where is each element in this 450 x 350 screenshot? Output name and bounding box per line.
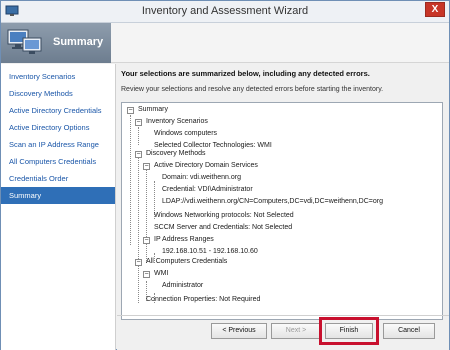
- tree-node-discovery-methods: Discovery Methods: [146, 150, 206, 157]
- tree-node-summary: Summary: [138, 106, 168, 113]
- step-credentials-order[interactable]: Credentials Order: [1, 170, 115, 187]
- collapse-toggle[interactable]: −: [143, 271, 150, 278]
- tree-node-ip-address-ranges: IP Address Ranges: [154, 236, 214, 243]
- tree-node: Administrator: [162, 282, 204, 289]
- collapse-toggle[interactable]: −: [135, 119, 142, 126]
- tree-node-inventory-scenarios: Inventory Scenarios: [146, 118, 208, 125]
- header-band: Summary: [1, 23, 111, 63]
- footer-divider: [117, 315, 449, 316]
- tree-node-wmi: WMI: [154, 270, 169, 277]
- collapse-toggle[interactable]: −: [143, 163, 150, 170]
- step-inventory-scenarios[interactable]: Inventory Scenarios: [1, 68, 115, 85]
- computers-icon: [7, 29, 42, 54]
- close-icon: X: [431, 4, 439, 15]
- tree-node: Windows Networking protocols: Not Select…: [154, 212, 294, 219]
- tree-node: Windows computers: [154, 130, 218, 137]
- next-button[interactable]: Next >: [271, 323, 321, 339]
- step-ad-options[interactable]: Active Directory Options: [1, 119, 115, 136]
- collapse-toggle[interactable]: −: [143, 237, 150, 244]
- step-ip-range[interactable]: Scan an IP Address Range: [1, 136, 115, 153]
- step-ad-credentials[interactable]: Active Directory Credentials: [1, 102, 115, 119]
- header-divider: [111, 62, 449, 63]
- step-all-computers-credentials[interactable]: All Computers Credentials: [1, 153, 115, 170]
- page-header: Summary: [1, 23, 449, 63]
- tree-node: Domain: vdi.weithenn.org: [162, 174, 241, 181]
- tree-node: Credential: VDI\Administrator: [162, 186, 253, 193]
- tree-node: 192.168.10.51 - 192.168.10.60: [162, 248, 258, 255]
- collapse-toggle[interactable]: −: [135, 151, 142, 158]
- summary-heading: Your selections are summarized below, in…: [121, 69, 370, 78]
- finish-highlight-box: [319, 317, 379, 345]
- summary-tree[interactable]: − Summary − Inventory Scenarios Windows …: [121, 102, 443, 320]
- window-title: Inventory and Assessment Wizard: [141, 5, 309, 17]
- summary-instructions: Review your selections and resolve any d…: [121, 86, 384, 93]
- tree-node: SCCM Server and Credentials: Not Selecte…: [154, 224, 293, 231]
- tree-node-ad-domain-services: Active Directory Domain Services: [154, 162, 258, 169]
- tree-node-all-computers-credentials: All Computers Credentials: [146, 258, 228, 265]
- close-button[interactable]: X: [425, 2, 445, 17]
- title-bar: Inventory and Assessment Wizard X: [1, 1, 449, 23]
- step-summary[interactable]: Summary: [1, 187, 115, 204]
- main-panel: Your selections are summarized below, in…: [117, 64, 449, 350]
- tree-node: LDAP://vdi.weithenn.org/CN=Computers,DC=…: [162, 198, 383, 205]
- wizard-window: Inventory and Assessment Wizard X Summar…: [0, 0, 450, 350]
- page-title: Summary: [53, 36, 104, 48]
- cancel-button[interactable]: Cancel: [383, 323, 435, 339]
- wizard-step-nav: Inventory Scenarios Discovery Methods Ac…: [1, 64, 116, 350]
- previous-button[interactable]: < Previous: [211, 323, 267, 339]
- tree-node: Connection Properties: Not Required: [146, 296, 261, 303]
- step-discovery-methods[interactable]: Discovery Methods: [1, 85, 115, 102]
- collapse-toggle[interactable]: −: [135, 259, 142, 266]
- collapse-toggle[interactable]: −: [127, 107, 134, 114]
